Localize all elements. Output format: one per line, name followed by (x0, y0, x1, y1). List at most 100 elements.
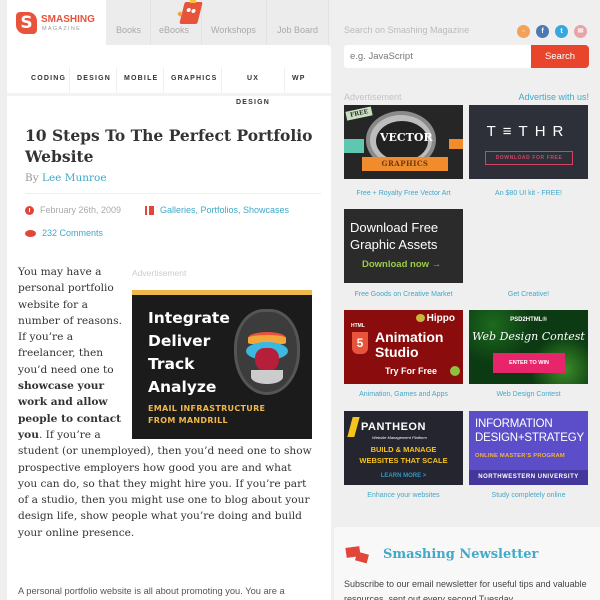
search-label: Search on Smashing Magazine (344, 25, 470, 35)
ad-caption[interactable]: Study completely online (469, 492, 588, 499)
category-wp[interactable]: WP (285, 67, 311, 96)
tagline-line: FROM MANDRILL (148, 416, 228, 426)
article-title: 10 Steps To The Perfect Portfolio Websit… (25, 126, 313, 166)
email-icon[interactable]: ✉ (574, 25, 587, 38)
logo-mark-icon: S (16, 12, 37, 34)
ad-pantheon[interactable]: PANTHEON Website Management Platform BUI… (344, 411, 463, 485)
ad-caption[interactable]: Get Creative! (469, 291, 588, 298)
category-coding[interactable]: CODING (24, 67, 70, 96)
ad-caption[interactable]: Free Goods on Creative Market (344, 291, 463, 298)
ad-subtitle: ONLINE MASTER’S PROGRAM (475, 453, 565, 459)
ad-line: Graphic Assets (350, 237, 438, 252)
ad-caption[interactable]: An $80 UI kit - FREE! (469, 190, 588, 197)
comments-link[interactable]: 232 Comments (42, 228, 103, 238)
ad-tethr[interactable]: T≡THR DOWNLOAD FOR FREE (469, 105, 588, 179)
ad-hippo-animation[interactable]: Hippo HTML 5 Animation Studio Try For Fr… (344, 310, 463, 384)
ad-headline: Download Free Graphic Assets (350, 219, 438, 253)
ad-line: Analyze (148, 378, 217, 397)
nav-job-board[interactable]: Job Board (267, 0, 329, 45)
mandrill-face-icon (234, 309, 300, 396)
category-divider (7, 93, 331, 96)
ad-cta: LEARN MORE > (380, 473, 427, 479)
ad-headline: T≡THR (486, 123, 571, 140)
paragraph-text: . If you’re a student (or unemployed), t… (18, 428, 312, 539)
post-categories: Galleries, Portfolios, Showcases (147, 205, 289, 215)
ad-brand: Hippo (416, 313, 455, 324)
category-mobile[interactable]: MOBILE (117, 67, 164, 96)
advertise-link[interactable]: Advertise with us! (518, 92, 589, 102)
ad-line: Track (148, 355, 195, 374)
category-nav: CODING DESIGN MOBILE GRAPHICS UX DESIGN … (24, 67, 311, 106)
ad-caption[interactable]: Enhance your websites (344, 492, 463, 499)
ad-caption[interactable]: Animation, Games and Apps (344, 391, 463, 398)
author-link[interactable]: Lee Munroe (42, 172, 107, 184)
ad-headline: Web Design Contest (472, 330, 585, 343)
social-links: ◦ f t ✉ (517, 25, 587, 38)
rss-icon[interactable]: ◦ (517, 25, 530, 38)
ad-footer: NORTHWESTERN UNIVERSITY (469, 470, 588, 485)
post-comments: 232 Comments (25, 228, 103, 238)
ad-line: Download Free (350, 220, 439, 235)
facebook-icon[interactable]: f (536, 25, 549, 38)
logo[interactable]: S SMASHING MAGAZINE (7, 0, 106, 45)
ad-brand: PANTHEON (361, 421, 426, 433)
ad-line: WEBSITES THAT SCALE (359, 456, 448, 465)
article-paragraph-2: A personal portfolio website is all abou… (18, 586, 285, 596)
category-graphics[interactable]: GRAPHICS (164, 67, 222, 96)
search-button[interactable]: Search (531, 45, 589, 68)
byline-prefix: By (25, 172, 39, 184)
clock-icon (25, 205, 34, 215)
ad-line: Deliver (148, 332, 211, 351)
ad-button: ENTER TO WIN (493, 353, 565, 373)
nav-workshops[interactable]: Workshops (202, 0, 267, 45)
logo-title: SMASHING (41, 14, 95, 25)
ad-cta: Download now → (362, 259, 442, 270)
mandrill-ad-banner[interactable]: Integrate Deliver Track Analyze EMAIL IN… (132, 290, 312, 440)
ad-line: BUILD & MANAGE (370, 445, 437, 454)
inline-ad-label: Advertisement (132, 268, 187, 278)
ad-vector-graphics[interactable]: VECTOR GRAPHICS FREE (344, 105, 463, 179)
ad-headline: Animation Studio (375, 330, 443, 360)
ad-creative-market[interactable]: Download Free Graphic Assets Download no… (344, 209, 463, 283)
twitter-icon[interactable]: t (555, 25, 568, 38)
inline-advertisement: Advertisement Integrate Deliver Track An… (132, 261, 312, 440)
logo-subtitle: MAGAZINE (42, 26, 82, 32)
ad-headline: INFORMATION DESIGN+STRATEGY (475, 417, 584, 445)
ad-cta: Try For Free (385, 366, 438, 376)
category-ux-design[interactable]: UX DESIGN (222, 67, 285, 106)
meta-divider (25, 193, 321, 194)
post-date: February 26th, 2009 (25, 205, 121, 215)
newsletter-title: Smashing Newsletter (383, 547, 539, 562)
byline: By Lee Munroe (25, 172, 107, 184)
top-nav: Books eBooks Workshops Job Board (106, 0, 329, 45)
categories-link[interactable]: Galleries, Portfolios, Showcases (160, 205, 289, 215)
ad-caption[interactable]: Free + Royalty Free Vector Art (344, 190, 463, 197)
newsletter-box: Smashing Newsletter Subscribe to our ema… (334, 527, 600, 600)
ad-headline: VECTOR (380, 131, 433, 144)
ad-decoration (449, 139, 463, 149)
mascot-cap-icon (190, 0, 196, 3)
bolt-icon (347, 417, 360, 437)
category-tag-icon (147, 205, 154, 215)
mandrill-headline: Integrate Deliver Track Analyze (148, 307, 230, 399)
ad-line: Animation (375, 329, 444, 345)
category-design[interactable]: DESIGN (70, 67, 117, 96)
ad-headline: BUILD & MANAGE WEBSITES THAT SCALE (344, 444, 463, 466)
play-icon (450, 366, 460, 376)
ad-brand: PSD2HTML® (510, 317, 547, 323)
search-input[interactable] (344, 45, 533, 68)
ad-ribbon: GRAPHICS (362, 157, 448, 171)
nav-books[interactable]: Books (106, 0, 151, 45)
ad-psd2html-contest[interactable]: PSD2HTML® Web Design Contest ENTER TO WI… (469, 310, 588, 384)
date-text: February 26th, 2009 (40, 205, 122, 215)
sidebar-ad-label: Advertisement (344, 92, 402, 102)
paragraph-text: You may have a personal portfolio websit… (18, 266, 122, 376)
mandrill-tagline: EMAIL INFRASTRUCTURE FROM MANDRILL (148, 403, 265, 427)
ad-northwestern[interactable]: INFORMATION DESIGN+STRATEGY ONLINE MASTE… (469, 411, 588, 485)
ad-line: Studio (375, 344, 419, 360)
ad-line: DESIGN+STRATEGY (475, 432, 584, 444)
mandrill-nose (255, 348, 279, 373)
ad-caption[interactable]: Web Design Contest (469, 391, 588, 398)
ad-decoration (344, 139, 364, 153)
mandrill-chin (251, 370, 283, 385)
